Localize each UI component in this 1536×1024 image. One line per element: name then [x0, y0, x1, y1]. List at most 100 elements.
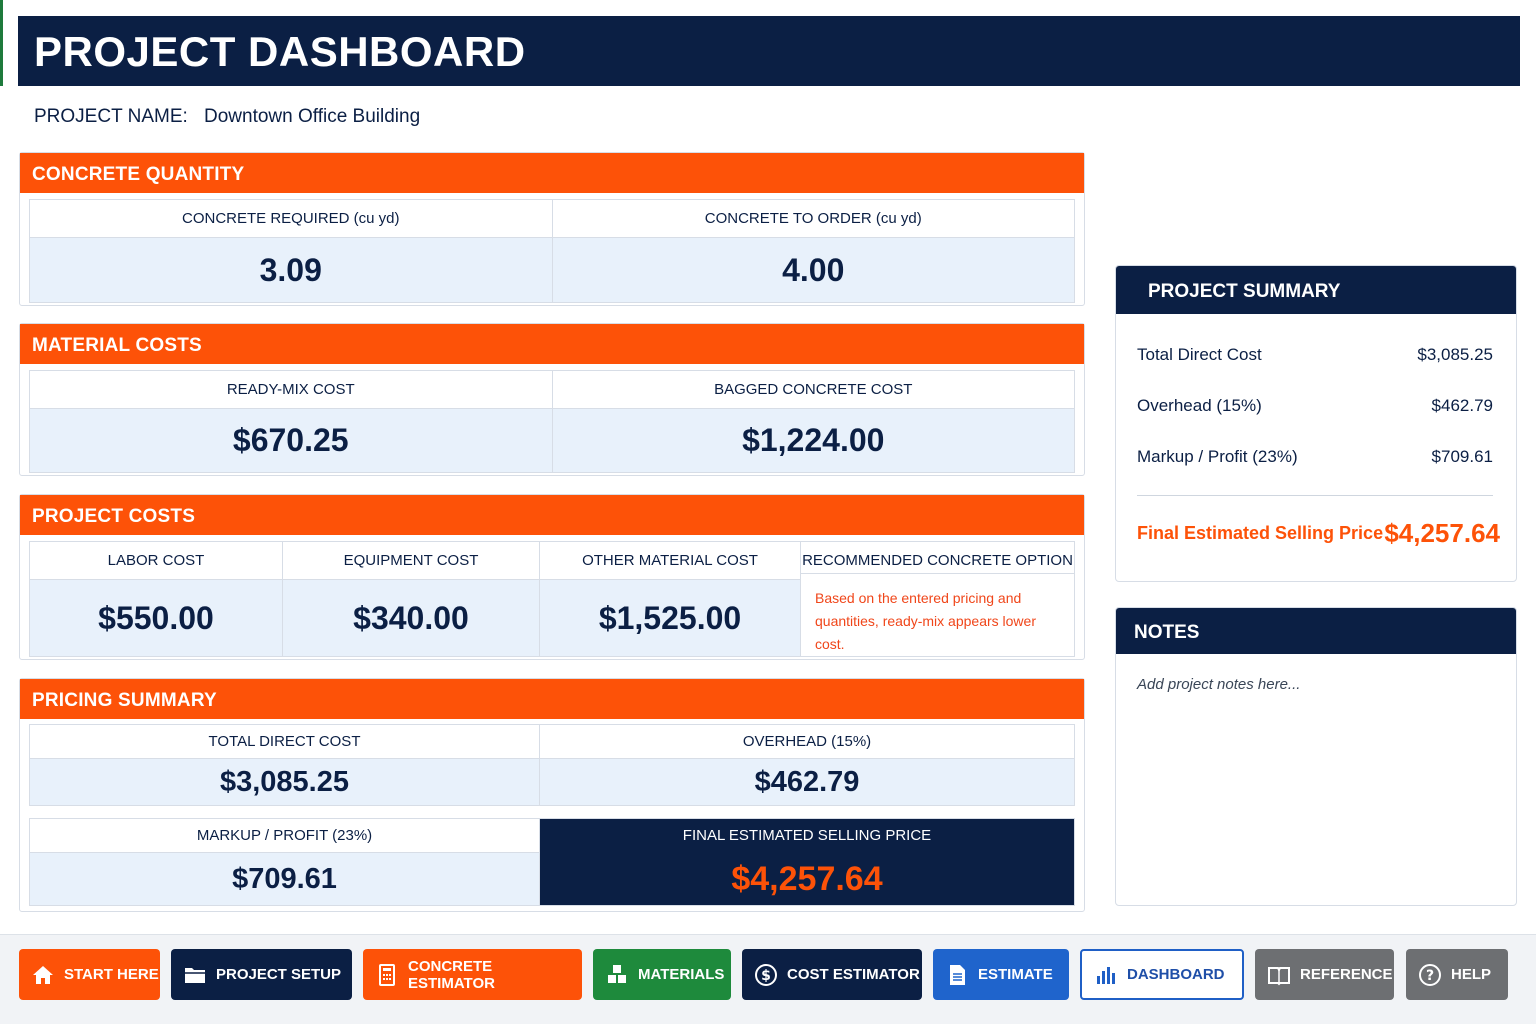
overhead-cell: OVERHEAD (15%) $462.79: [540, 725, 1074, 805]
concrete-required-cell: CONCRETE REQUIRED (cu yd) 3.09: [30, 200, 553, 302]
help-icon: ?: [1419, 963, 1441, 986]
nav-label: CONCRETE ESTIMATOR: [408, 957, 495, 992]
material-costs-section: MATERIAL COSTS READY-MIX COST $670.25 BA…: [19, 323, 1085, 476]
svg-text:$: $: [761, 968, 771, 984]
equipment-cell: EQUIPMENT COST $340.00: [283, 542, 540, 656]
summary-final-value: $4,257.64: [1384, 518, 1500, 548]
calculator-icon: [379, 963, 395, 986]
project-name-label: PROJECT NAME:: [34, 106, 188, 127]
book-icon: [1268, 966, 1290, 985]
nav-cost-estimator-button[interactable]: $ COST ESTIMATOR: [742, 949, 922, 1000]
summary-row-value: $709.61: [1431, 447, 1493, 466]
nav-label: MATERIALS: [638, 966, 725, 983]
summary-final-row: Final Estimated Selling Price $4,257.64: [1137, 518, 1500, 549]
project-costs-section: PROJECT COSTS LABOR COST $550.00 EQUIPME…: [19, 494, 1085, 660]
concrete-required-label: CONCRETE REQUIRED (cu yd): [30, 200, 552, 238]
labor-label: LABOR COST: [30, 542, 282, 580]
nav-label: PROJECT SETUP: [216, 966, 342, 983]
direct-cost-label: TOTAL DIRECT COST: [30, 725, 539, 759]
summary-final-label: Final Estimated Selling Price: [1137, 523, 1384, 543]
concrete-order-label: CONCRETE TO ORDER (cu yd): [552, 200, 1074, 238]
bagged-value: $1,224.00: [552, 409, 1074, 472]
document-icon: [950, 964, 965, 985]
summary-row-value: $3,085.25: [1417, 345, 1493, 364]
summary-row-label: Overhead (15%): [1137, 396, 1262, 415]
project-costs-grid: LABOR COST $550.00 EQUIPMENT COST $340.0…: [29, 541, 1075, 657]
markup-cell: MARKUP / PROFIT (23%) $709.61: [30, 819, 540, 905]
nav-help-button[interactable]: ? HELP: [1406, 949, 1508, 1000]
nav-start-here-button[interactable]: START HERE: [19, 949, 160, 1000]
readymix-cell: READY-MIX COST $670.25: [30, 371, 553, 472]
project-summary-title: PROJECT SUMMARY: [1116, 266, 1516, 314]
nav-dashboard-button[interactable]: DASHBOARD: [1080, 949, 1244, 1000]
markup-value: $709.61: [30, 853, 539, 905]
summary-row: Overhead (15%) $462.79: [1137, 396, 1493, 416]
nav-label: ESTIMATE: [978, 966, 1053, 983]
boxes-icon: [608, 964, 626, 983]
other-material-cell: OTHER MATERIAL COST $1,525.00: [540, 542, 801, 656]
summary-row: Total Direct Cost $3,085.25: [1137, 345, 1493, 365]
bagged-label: BAGGED CONCRETE COST: [552, 371, 1074, 409]
nav-label: DASHBOARD: [1127, 966, 1225, 983]
nav-materials-button[interactable]: MATERIALS: [593, 949, 731, 1000]
summary-row-value: $462.79: [1431, 396, 1493, 415]
svg-text:?: ?: [1426, 968, 1434, 984]
recommend-label: RECOMMENDED CONCRETE OPTION: [801, 542, 1074, 574]
other-material-label: OTHER MATERIAL COST: [540, 542, 800, 580]
nav-label: COST ESTIMATOR: [787, 966, 920, 983]
nav-project-setup-button[interactable]: PROJECT SETUP: [171, 949, 352, 1000]
page-title: PROJECT DASHBOARD: [34, 28, 526, 75]
nav-estimate-button[interactable]: ESTIMATE: [933, 949, 1069, 1000]
pricing-summary-bottom-grid: MARKUP / PROFIT (23%) $709.61 FINAL ESTI…: [29, 818, 1075, 906]
overhead-value: $462.79: [540, 759, 1074, 805]
labor-value: $550.00: [30, 580, 282, 656]
summary-row-label: Markup / Profit (23%): [1137, 447, 1298, 466]
concrete-quantity-grid: CONCRETE REQUIRED (cu yd) 3.09 CONCRETE …: [29, 199, 1075, 303]
pricing-summary-top-grid: TOTAL DIRECT COST $3,085.25 OVERHEAD (15…: [29, 724, 1075, 806]
direct-cost-value: $3,085.25: [30, 759, 539, 805]
navigation-bar: START HERE PROJECT SETUP CONCRETE ESTIMA…: [0, 934, 1536, 1024]
project-name-value[interactable]: Downtown Office Building: [204, 106, 420, 128]
notes-input[interactable]: Add project notes here...: [1137, 676, 1300, 693]
nav-concrete-estimator-button[interactable]: CONCRETE ESTIMATOR: [363, 949, 582, 1000]
notes-title: NOTES: [1116, 608, 1516, 654]
window-edge: [0, 0, 3, 86]
labor-cell: LABOR COST $550.00: [30, 542, 283, 656]
summary-row-label: Total Direct Cost: [1137, 345, 1262, 364]
section-title: CONCRETE QUANTITY: [20, 153, 1084, 193]
summary-divider: [1137, 495, 1493, 496]
equipment-label: EQUIPMENT COST: [283, 542, 539, 580]
project-summary-panel: PROJECT SUMMARY Total Direct Cost $3,085…: [1115, 265, 1517, 582]
notes-panel: NOTES Add project notes here...: [1115, 607, 1517, 906]
concrete-quantity-section: CONCRETE QUANTITY CONCRETE REQUIRED (cu …: [19, 152, 1085, 306]
home-icon: [33, 965, 53, 984]
final-price-value: $4,257.64: [540, 853, 1074, 905]
nav-reference-button[interactable]: REFERENCE: [1255, 949, 1394, 1000]
concrete-required-value: 3.09: [30, 238, 552, 302]
other-material-value: $1,525.00: [540, 580, 800, 656]
direct-cost-cell: TOTAL DIRECT COST $3,085.25: [30, 725, 540, 805]
bagged-cell: BAGGED CONCRETE COST $1,224.00: [552, 371, 1074, 472]
section-title: MATERIAL COSTS: [20, 324, 1084, 364]
nav-label: HELP: [1451, 966, 1492, 983]
material-costs-grid: READY-MIX COST $670.25 BAGGED CONCRETE C…: [29, 370, 1075, 473]
readymix-value: $670.25: [30, 409, 552, 472]
bar-chart-icon: [1097, 966, 1115, 984]
readymix-label: READY-MIX COST: [30, 371, 552, 409]
markup-label: MARKUP / PROFIT (23%): [30, 819, 539, 853]
concrete-order-value: 4.00: [552, 238, 1074, 302]
recommend-cell: RECOMMENDED CONCRETE OPTION Based on the…: [801, 542, 1074, 656]
pricing-summary-section: PRICING SUMMARY TOTAL DIRECT COST $3,085…: [19, 678, 1085, 912]
section-title: PRICING SUMMARY: [20, 679, 1084, 719]
recommend-note: Based on the entered pricing and quantit…: [801, 574, 1074, 656]
folder-icon: [185, 967, 205, 983]
dollar-icon: $: [755, 963, 777, 986]
summary-row: Markup / Profit (23%) $709.61: [1137, 447, 1493, 467]
nav-label: START HERE: [64, 966, 159, 983]
section-title: PROJECT COSTS: [20, 495, 1084, 535]
equipment-value: $340.00: [283, 580, 539, 656]
nav-label: REFERENCE: [1300, 966, 1393, 983]
final-price-label: FINAL ESTIMATED SELLING PRICE: [540, 819, 1074, 853]
concrete-order-cell: CONCRETE TO ORDER (cu yd) 4.00: [552, 200, 1074, 302]
final-price-cell: FINAL ESTIMATED SELLING PRICE $4,257.64: [540, 819, 1074, 905]
